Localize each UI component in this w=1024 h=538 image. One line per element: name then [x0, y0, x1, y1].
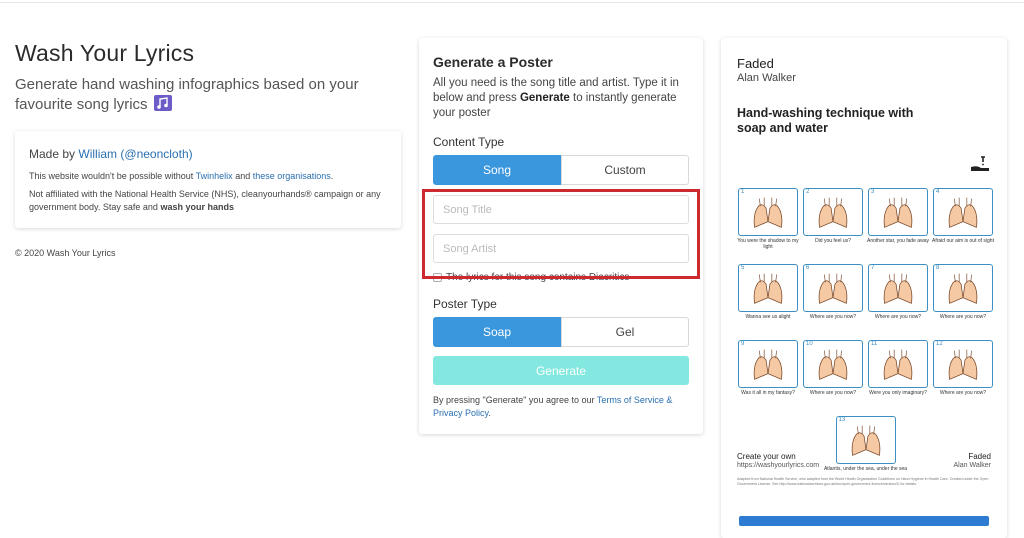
organisations-link[interactable]: these organisations: [253, 171, 331, 181]
generate-description: All you need is the song title and artis…: [433, 77, 679, 119]
credits-card: Made by William (@neoncloth) This websit…: [15, 131, 401, 228]
generate-button[interactable]: Generate: [433, 356, 689, 385]
content-type-label: Content Type: [433, 135, 505, 149]
poster-type-toggle: Soap Gel: [433, 317, 689, 347]
diacritics-label: The lyrics for this song contains Diacri…: [446, 272, 630, 283]
hands-illustration-icon: 6: [803, 264, 863, 312]
poster-step: 6 Where are you now?: [802, 264, 864, 326]
hand-wash-icon: [971, 156, 989, 171]
footer-song: Faded: [968, 452, 991, 461]
content-type-custom-button[interactable]: Custom: [561, 155, 689, 185]
site-subtitle: Generate hand washing infographics based…: [15, 76, 359, 113]
hands-illustration-icon: 7: [868, 264, 928, 312]
disclaimer-line: Not affiliated with the National Health …: [29, 189, 381, 212]
poster-preview: Faded Alan Walker Hand-washing technique…: [721, 38, 1007, 538]
poster-step: 11 Were you only imaginary?: [867, 340, 929, 402]
song-inputs: [422, 189, 700, 279]
hands-illustration-icon: 4: [933, 188, 993, 236]
poster-step: 12 Where are you now?: [932, 340, 994, 402]
poster-step: 2 Did you feel us?: [802, 188, 864, 250]
site-title: Wash Your Lyrics: [15, 40, 195, 66]
copyright: © 2020 Wash Your Lyrics: [15, 248, 116, 258]
step-caption: Did you feel us?: [815, 238, 851, 244]
hands-illustration-icon: 11: [868, 340, 928, 388]
thanks-line: This website wouldn't be possible withou…: [29, 171, 334, 181]
step-caption: You were the shadow to my light: [737, 238, 799, 250]
author-link[interactable]: William: [78, 147, 117, 161]
create-own-label: Create your own: [737, 452, 796, 461]
poster-step: 1 You were the shadow to my light: [737, 188, 799, 250]
song-artist-input[interactable]: [433, 234, 689, 263]
poster-step: 4 Afraid our aim is out of sight: [932, 188, 994, 250]
poster-heading: Hand-washing technique with soap and wat…: [737, 106, 914, 135]
step-caption: Where are you now?: [939, 314, 987, 320]
intro-column: Wash Your Lyrics Generate hand washing i…: [15, 40, 405, 258]
poster-step: 8 Where are you now?: [932, 264, 994, 326]
hands-illustration-icon: 5: [738, 264, 798, 312]
step-caption: Where are you now?: [939, 390, 987, 396]
hands-illustration-icon: 10: [803, 340, 863, 388]
handle-link[interactable]: (@neoncloth): [120, 147, 192, 161]
poster-type-soap-button[interactable]: Soap: [433, 317, 561, 347]
footer-artist: Alan Walker: [953, 462, 991, 469]
step-caption: Was it all in my fantasy?: [741, 390, 795, 396]
generate-title: Generate a Poster: [433, 54, 553, 70]
step-caption: Another star, you fade away: [867, 238, 929, 244]
poster-step: 7 Where are you now?: [867, 264, 929, 326]
terms-notice: By pressing "Generate" you agree to our …: [433, 395, 673, 418]
hands-illustration-icon: 2: [803, 188, 863, 236]
hands-illustration-icon: 1: [738, 188, 798, 236]
poster-type-gel-button[interactable]: Gel: [561, 317, 689, 347]
download-button[interactable]: [739, 516, 989, 526]
poster-footer: Create your own Faded https://washyourly…: [737, 452, 991, 487]
steps-grid: 1 You were the shadow to my light 2 Did you…: [737, 188, 994, 478]
content-type-toggle: Song Custom: [433, 155, 689, 185]
step-caption: Where are you now?: [874, 314, 922, 320]
poster-step: 9 Was it all in my fantasy?: [737, 340, 799, 402]
diacritics-row: The lyrics for this song contains Diacri…: [433, 272, 689, 283]
hands-illustration-icon: 3: [868, 188, 928, 236]
step-caption: Wanna see us alight: [745, 314, 791, 320]
poster-fine-print: Adapted from National Health Service, wh…: [737, 477, 989, 486]
made-by-line: Made by William (@neoncloth): [29, 147, 193, 161]
hands-illustration-icon: 9: [738, 340, 798, 388]
hands-illustration-icon: 8: [933, 264, 993, 312]
poster-step: 10 Where are you now?: [802, 340, 864, 402]
step-caption: Where are you now?: [809, 314, 857, 320]
poster-type-label: Poster Type: [433, 297, 497, 311]
top-divider: [0, 2, 1024, 3]
twinhelix-link[interactable]: Twinhelix: [196, 171, 233, 181]
content-type-song-button[interactable]: Song: [433, 155, 561, 185]
hands-illustration-icon: 12: [933, 340, 993, 388]
poster-artist: Alan Walker: [737, 72, 796, 84]
poster-song-title: Faded: [737, 56, 774, 71]
step-caption: Where are you now?: [809, 390, 857, 396]
footer-url: https://washyourlyrics.com: [737, 462, 820, 469]
generate-poster-card: Generate a Poster All you need is the so…: [419, 38, 703, 434]
poster-step: 5 Wanna see us alight: [737, 264, 799, 326]
music-notes-icon: [153, 95, 172, 111]
diacritics-checkbox[interactable]: [433, 273, 442, 282]
song-title-input[interactable]: [433, 195, 689, 224]
step-caption: Afraid our aim is out of sight: [932, 238, 994, 244]
poster-step: 3 Another star, you fade away: [867, 188, 929, 250]
step-caption: Were you only imaginary?: [869, 390, 927, 396]
